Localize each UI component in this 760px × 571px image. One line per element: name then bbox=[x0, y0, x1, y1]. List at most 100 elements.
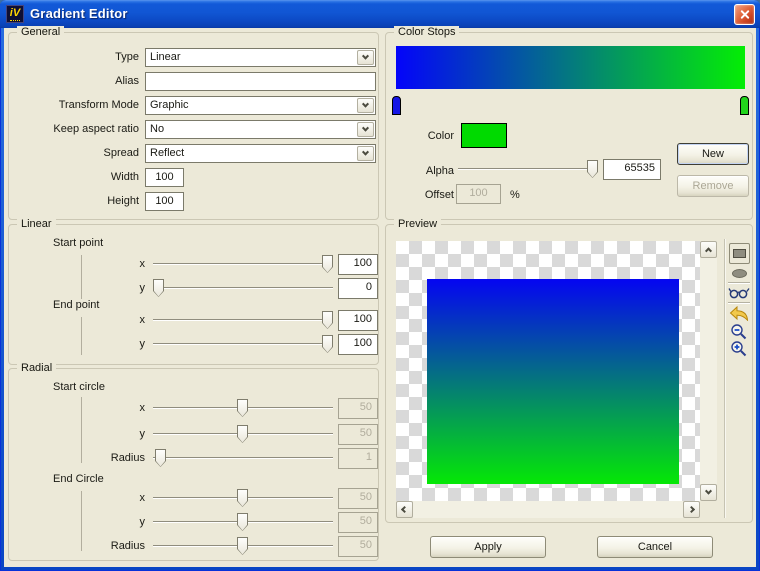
spread-value: Reflect bbox=[150, 147, 184, 159]
rectangle-tool-button[interactable] bbox=[729, 243, 750, 264]
new-stop-button[interactable]: New bbox=[677, 143, 749, 165]
view-glasses-icon[interactable] bbox=[728, 286, 750, 299]
color-label: Color bbox=[386, 130, 454, 142]
radial-start-radius-slider[interactable] bbox=[153, 449, 333, 468]
width-field[interactable]: 100 bbox=[145, 168, 184, 187]
stop-marker-green[interactable] bbox=[740, 96, 749, 115]
end-point-label: End point bbox=[53, 299, 99, 311]
radial-start-y-label: y bbox=[9, 428, 145, 440]
preview-group-label: Preview bbox=[394, 218, 441, 230]
radial-group-label: Radial bbox=[17, 362, 56, 374]
type-select[interactable]: Linear bbox=[145, 48, 376, 67]
cancel-button[interactable]: Cancel bbox=[597, 536, 713, 558]
radial-end-radius-slider[interactable] bbox=[153, 537, 333, 556]
linear-group: Linear Start point x 100 y 0 End point x… bbox=[8, 224, 379, 365]
spread-select[interactable]: Reflect bbox=[145, 144, 376, 163]
chevron-down-icon bbox=[362, 149, 369, 156]
keep-aspect-value: No bbox=[150, 123, 164, 135]
slider-thumb[interactable] bbox=[587, 160, 598, 179]
slider-thumb[interactable] bbox=[237, 489, 248, 508]
keep-aspect-select[interactable]: No bbox=[145, 120, 376, 139]
undo-icon[interactable] bbox=[729, 306, 749, 321]
end-circle-label: End Circle bbox=[53, 473, 104, 485]
slider-thumb[interactable] bbox=[153, 279, 164, 298]
gradient-stops-bar[interactable] bbox=[396, 46, 745, 89]
ellipse-tool-button[interactable] bbox=[732, 269, 747, 278]
scroll-left-button[interactable] bbox=[396, 501, 413, 518]
spread-dropdown-button[interactable] bbox=[357, 146, 374, 161]
slider-thumb[interactable] bbox=[237, 425, 248, 444]
slider-thumb[interactable] bbox=[237, 537, 248, 556]
slider-thumb[interactable] bbox=[237, 513, 248, 532]
type-value: Linear bbox=[150, 51, 181, 63]
scroll-up-button[interactable] bbox=[700, 241, 717, 258]
linear-start-x-label: x bbox=[9, 258, 145, 270]
linear-end-y-label: y bbox=[9, 338, 145, 350]
dialog-client-area: General Type Linear Alias Transform Mode… bbox=[4, 28, 756, 567]
slider-thumb[interactable] bbox=[322, 335, 333, 354]
height-label: Height bbox=[9, 195, 139, 207]
linear-start-x-slider[interactable] bbox=[153, 255, 333, 274]
radial-start-y-slider[interactable] bbox=[153, 425, 333, 444]
slider-thumb[interactable] bbox=[155, 449, 166, 468]
radial-group: Radial Start circle x 50 y 50 Radius 1 E… bbox=[8, 368, 379, 561]
radial-end-y-label: y bbox=[9, 516, 145, 528]
scroll-right-button[interactable] bbox=[683, 501, 700, 518]
aspect-dropdown-button[interactable] bbox=[357, 122, 374, 137]
scroll-down-button[interactable] bbox=[700, 484, 717, 501]
color-stops-group-label: Color Stops bbox=[394, 26, 459, 38]
apply-button[interactable]: Apply bbox=[430, 536, 546, 558]
alpha-label: Alpha bbox=[386, 165, 454, 177]
horizontal-scrollbar[interactable] bbox=[396, 501, 700, 518]
spread-label: Spread bbox=[9, 147, 139, 159]
linear-start-y-slider[interactable] bbox=[153, 279, 333, 298]
zoom-in-icon[interactable] bbox=[730, 340, 747, 357]
slider-thumb[interactable] bbox=[322, 255, 333, 274]
gradient-preview bbox=[427, 279, 679, 484]
zoom-out-icon[interactable] bbox=[730, 323, 747, 340]
toolbar-divider bbox=[724, 239, 725, 518]
preview-canvas[interactable] bbox=[396, 241, 700, 501]
linear-group-label: Linear bbox=[17, 218, 56, 230]
transform-mode-value: Graphic bbox=[150, 99, 189, 111]
toolbar-separator bbox=[728, 282, 750, 283]
radial-end-y-slider[interactable] bbox=[153, 513, 333, 532]
chevron-down-icon bbox=[705, 488, 712, 495]
radial-start-x-label: x bbox=[9, 402, 145, 414]
offset-field: 100 bbox=[456, 184, 501, 204]
alias-field[interactable] bbox=[145, 72, 376, 91]
alias-label: Alias bbox=[9, 75, 139, 87]
start-point-label: Start point bbox=[53, 237, 103, 249]
radial-start-y-field: 50 bbox=[338, 424, 378, 445]
transform-mode-select[interactable]: Graphic bbox=[145, 96, 376, 115]
alpha-field[interactable]: 65535 bbox=[603, 159, 661, 180]
transform-dropdown-button[interactable] bbox=[357, 98, 374, 113]
radial-end-x-field: 50 bbox=[338, 488, 378, 509]
radial-end-x-slider[interactable] bbox=[153, 489, 333, 508]
alpha-slider[interactable] bbox=[458, 160, 598, 179]
radial-start-x-slider[interactable] bbox=[153, 399, 333, 418]
height-field[interactable]: 100 bbox=[145, 192, 184, 211]
radial-start-radius-label: Radius bbox=[9, 452, 145, 464]
stop-marker-blue[interactable] bbox=[392, 96, 401, 115]
radial-end-radius-field: 50 bbox=[338, 536, 378, 557]
linear-end-x-slider[interactable] bbox=[153, 311, 333, 330]
type-dropdown-button[interactable] bbox=[357, 50, 374, 65]
close-icon bbox=[739, 9, 750, 20]
title-bar[interactable]: iV Gradient Editor bbox=[0, 0, 760, 28]
keep-aspect-label: Keep aspect ratio bbox=[9, 123, 139, 135]
linear-start-x-field[interactable]: 100 bbox=[338, 254, 378, 275]
linear-end-x-field[interactable]: 100 bbox=[338, 310, 378, 331]
linear-start-y-field[interactable]: 0 bbox=[338, 278, 378, 299]
linear-end-y-slider[interactable] bbox=[153, 335, 333, 354]
close-button[interactable] bbox=[734, 4, 755, 25]
color-swatch[interactable] bbox=[461, 123, 507, 148]
type-label: Type bbox=[9, 51, 139, 63]
linear-end-y-field[interactable]: 100 bbox=[338, 334, 378, 355]
rectangle-icon bbox=[733, 249, 746, 258]
general-group-label: General bbox=[17, 26, 64, 38]
slider-thumb[interactable] bbox=[322, 311, 333, 330]
radial-start-x-field: 50 bbox=[338, 398, 378, 419]
vertical-scrollbar[interactable] bbox=[700, 241, 717, 501]
slider-thumb[interactable] bbox=[237, 399, 248, 418]
